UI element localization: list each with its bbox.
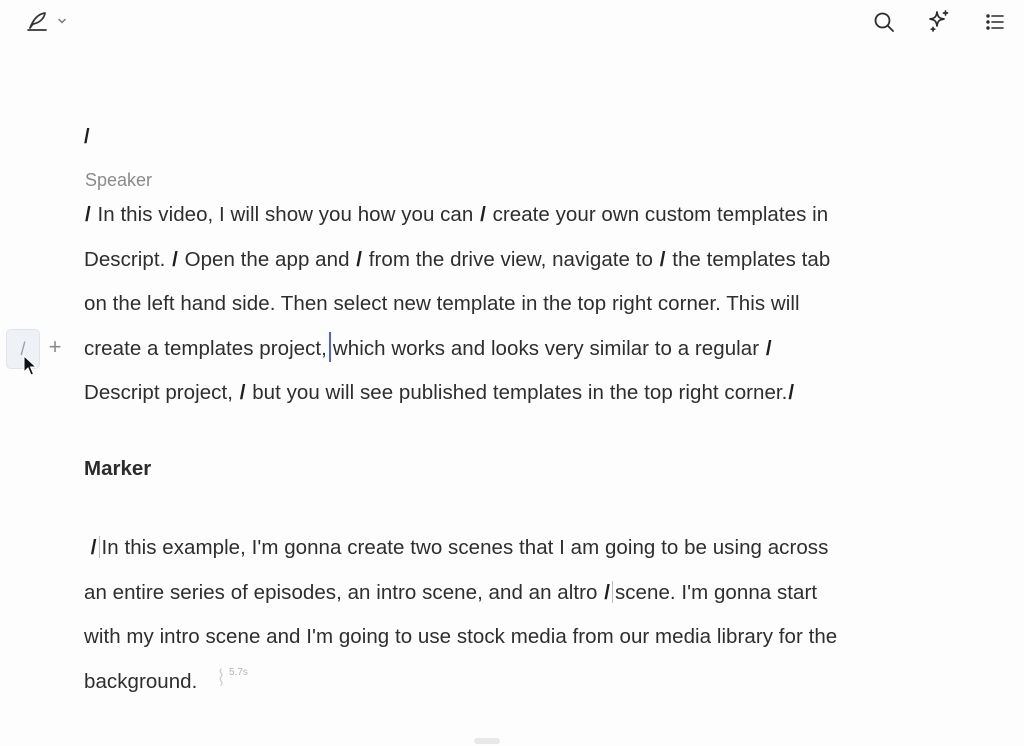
transcript-text[interactable]: Open the app and (179, 248, 355, 271)
transcript-text[interactable]: with my intro scene and I'm going to use… (84, 625, 837, 648)
brand-menu-button[interactable] (18, 6, 74, 36)
transcript-text[interactable]: create a templates project, (84, 337, 327, 360)
pause-indicator[interactable]: 5.7s (215, 666, 248, 693)
transcript-line: with my intro scene and I'm going to use… (84, 615, 964, 660)
transcript-text[interactable]: which works and looks very similar to a … (333, 337, 765, 360)
marker-slash[interactable]: / (90, 536, 98, 559)
pause-duration: 5.7s (229, 667, 248, 678)
marker-slash[interactable]: / (84, 203, 92, 226)
search-button[interactable] (869, 7, 899, 37)
transcript-line: Descript. / Open the app and / from the … (84, 238, 964, 283)
transcript-text[interactable]: background. (84, 670, 197, 693)
sparkle-icon (926, 8, 952, 34)
plus-icon: + (48, 334, 62, 359)
marker-slash[interactable]: / (171, 248, 179, 271)
transcript-line: create a templates project, which works a… (84, 327, 964, 372)
scroll-indicator (474, 738, 500, 744)
transcript-line: an entire series of episodes, an intro s… (84, 571, 964, 616)
scene-break-marker (98, 536, 100, 558)
marker-heading[interactable]: Marker (84, 457, 151, 481)
marker-slash[interactable]: / (355, 248, 363, 271)
ai-assistant-button[interactable] (924, 6, 954, 36)
text-caret (328, 331, 331, 362)
leading-marker-slash[interactable]: / (84, 126, 90, 149)
search-icon (872, 10, 896, 34)
transcript-text[interactable]: from the drive view, navigate to (363, 248, 659, 271)
scene-break-marker (611, 580, 613, 603)
marker-slash[interactable]: / (603, 581, 611, 604)
chevron-down-icon (56, 15, 68, 27)
speaker-label[interactable]: Speaker (85, 170, 152, 191)
pause-icon (215, 666, 227, 693)
mouse-pointer-icon (23, 354, 38, 382)
transcript-text[interactable]: Descript. (84, 248, 171, 271)
transcript-text[interactable]: the templates tab (666, 248, 830, 271)
transcript-text[interactable]: create your own custom templates in (487, 203, 829, 226)
transcript-paragraph[interactable]: / In this video, I will show you how you… (84, 193, 964, 416)
marker-slash[interactable]: / (765, 337, 773, 360)
transcript-line: / In this video, I will show you how you… (84, 193, 964, 238)
transcript-text[interactable]: but you will see published templates in … (246, 381, 787, 404)
add-paragraph-button[interactable]: + (44, 334, 66, 360)
marker-slash[interactable]: / (787, 381, 795, 404)
transcript-text[interactable]: In this video, I will show you how you c… (92, 203, 479, 226)
transcript-text[interactable]: an entire series of episodes, an intro s… (84, 581, 603, 604)
top-toolbar (0, 0, 1024, 44)
transcript-line: / In this example, I'm gonna create two s… (84, 526, 964, 571)
outline-button[interactable] (980, 7, 1010, 37)
transcript-line: Descript project, / but you will see pub… (84, 371, 964, 416)
transcript-line: on the left hand side. Then select new t… (84, 282, 964, 327)
transcript-text[interactable]: Descript project, (84, 381, 239, 404)
list-icon (984, 11, 1006, 33)
transcript-text[interactable]: scene. I'm gonna start (615, 581, 817, 604)
transcript-text[interactable]: In this example, I'm gonna create two sc… (102, 536, 829, 559)
marker-slash[interactable]: / (479, 203, 487, 226)
quill-pen-icon (24, 8, 50, 34)
transcript-text[interactable]: on the left hand side. Then select new t… (84, 292, 800, 315)
